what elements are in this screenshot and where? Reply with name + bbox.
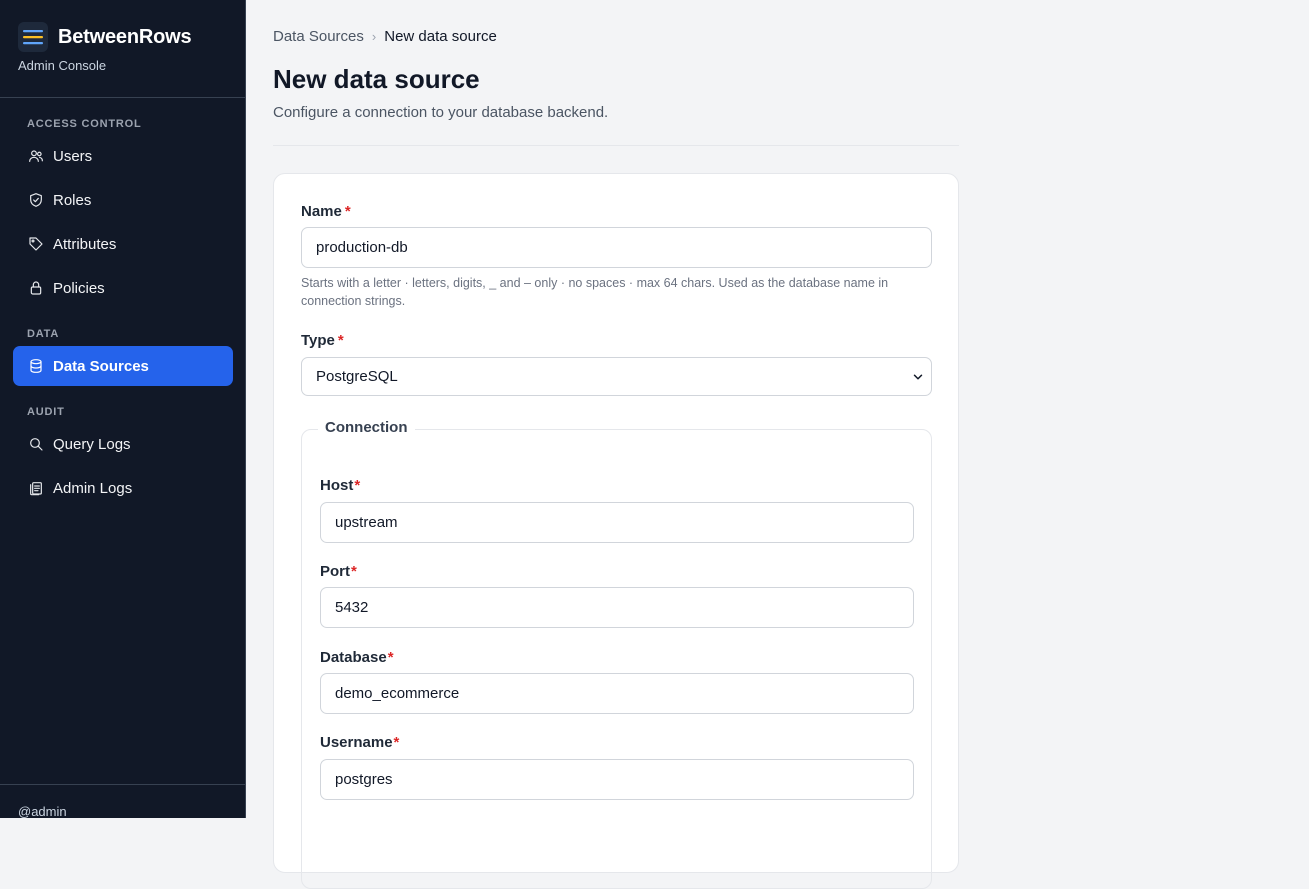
page-title: New data source [273, 64, 480, 94]
sidebar-item-label: Users [53, 147, 93, 165]
tag-icon [27, 235, 45, 253]
port-label-text: Port [320, 563, 350, 580]
host-label-text: Host [320, 477, 354, 494]
sidebar-item-policies[interactable]: Policies [13, 268, 233, 308]
sidebar-item-label: Attributes [53, 235, 117, 253]
sidebar-item-roles[interactable]: Roles [13, 180, 233, 220]
name-input[interactable] [301, 227, 932, 268]
host-input[interactable] [320, 502, 914, 543]
sidebar-item-label: Roles [53, 191, 92, 209]
name-label: Name * [301, 203, 351, 220]
main-content: Data Sources › New data source New data … [247, 0, 1309, 889]
name-label-text: Name [301, 203, 342, 220]
type-select[interactable]: PostgreSQL [301, 357, 932, 396]
sidebar-item-query-logs[interactable]: Query Logs [13, 424, 233, 464]
database-label-text: Database [320, 649, 387, 666]
type-label: Type * [301, 332, 344, 349]
section-label-audit: AUDIT [27, 406, 65, 418]
sidebar-item-admin-logs[interactable]: Admin Logs [13, 468, 233, 508]
user-handle[interactable]: @admin [18, 804, 67, 819]
sidebar-item-label: Query Logs [53, 435, 131, 453]
users-icon [27, 147, 45, 165]
page-subtitle: Configure a connection to your database … [273, 104, 609, 121]
username-label-text: Username [320, 734, 393, 751]
connection-legend: Connection [318, 419, 415, 436]
connection-fieldset: Connection Host* Port* Database* Usernam… [301, 419, 932, 889]
sidebar-divider [0, 97, 246, 98]
host-label: Host* [320, 477, 360, 494]
clipboard-icon [27, 479, 45, 497]
required-marker: * [337, 332, 344, 349]
type-label-text: Type [301, 332, 335, 349]
sidebar-item-label: Policies [53, 279, 105, 297]
username-label: Username* [320, 734, 399, 751]
sidebar-item-users[interactable]: Users [13, 136, 233, 176]
search-icon [27, 435, 45, 453]
sidebar-item-attributes[interactable]: Attributes [13, 224, 233, 264]
section-label-data: DATA [27, 328, 60, 340]
sidebar-item-label: Data Sources [53, 357, 149, 375]
required-marker: * [351, 563, 357, 580]
username-input[interactable] [320, 759, 914, 800]
required-marker: * [393, 734, 400, 751]
sidebar-item-label: Admin Logs [53, 479, 133, 497]
brand-subtitle: Admin Console [18, 58, 107, 73]
data-source-form-card: Name* Starts with a letter · letters, di… [273, 173, 959, 889]
database-label: Database* [320, 649, 394, 666]
breadcrumb-link-data-sources[interactable]: Data Sources [273, 28, 364, 45]
name-help-text: Starts with a letter · letters, digits, … [301, 276, 889, 308]
brand-name: BetweenRows [58, 25, 192, 48]
type-select-value: PostgreSQL [316, 368, 398, 385]
chevron-right-icon: › [371, 29, 377, 44]
port-label: Port* [320, 563, 357, 580]
port-input[interactable] [320, 587, 914, 628]
sidebar-item-data-sources[interactable]: Data Sources [13, 346, 233, 386]
database-input[interactable] [320, 673, 914, 714]
header-divider [273, 145, 959, 146]
section-label-access-control: ACCESS CONTROL [27, 118, 142, 130]
breadcrumb: Data Sources › New data source [273, 28, 497, 45]
database-icon [27, 357, 45, 375]
menu-icon [18, 22, 48, 52]
shield-icon [27, 191, 45, 209]
sidebar: BetweenRows Admin Console ACCESS CONTROL… [0, 0, 246, 819]
breadcrumb-current: New data source [384, 28, 497, 45]
chevron-down-icon [913, 374, 923, 380]
required-marker: * [354, 477, 361, 494]
sidebar-bottom-divider [0, 784, 246, 785]
brand[interactable]: BetweenRows [18, 22, 192, 52]
required-marker: * [387, 649, 394, 666]
required-marker: * [344, 203, 351, 220]
lock-icon [27, 279, 45, 297]
